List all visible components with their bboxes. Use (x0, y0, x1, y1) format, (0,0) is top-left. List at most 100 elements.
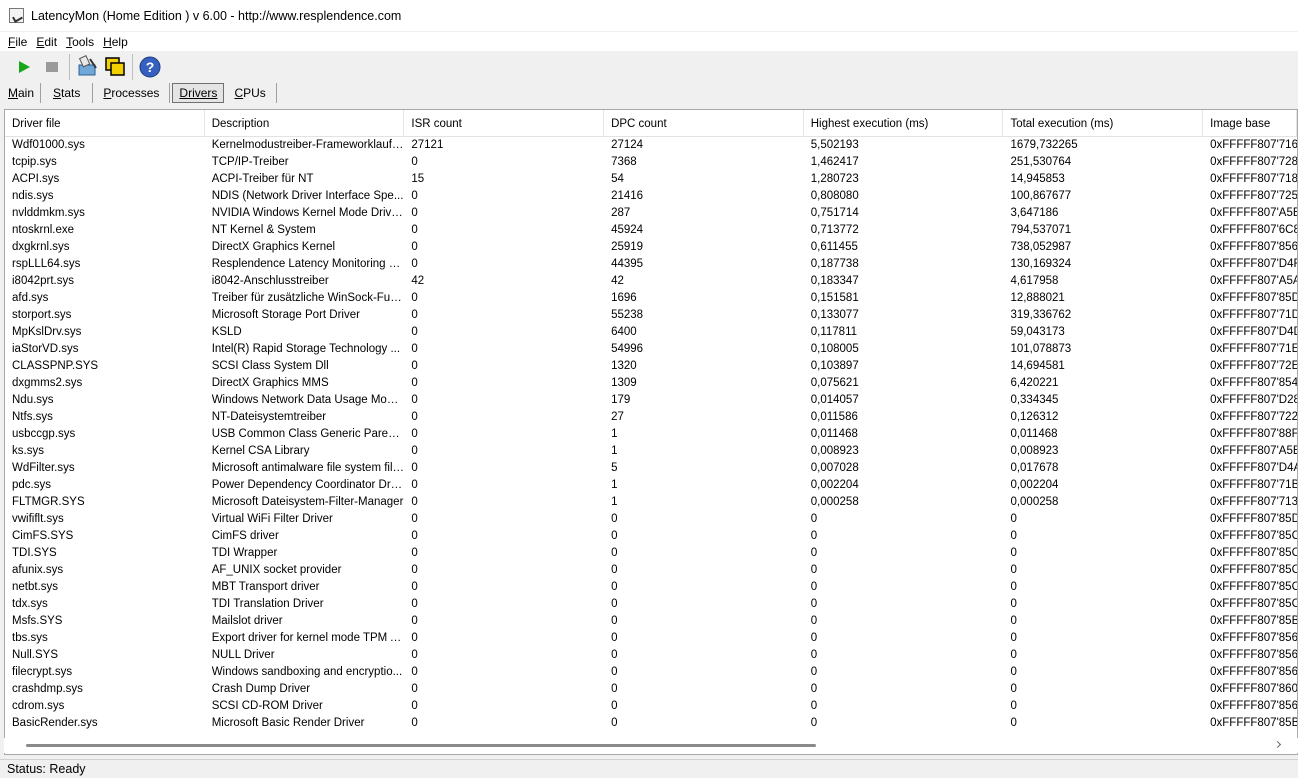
column-header-driver-file[interactable]: Driver file (5, 110, 205, 137)
column-header-description[interactable]: Description (205, 110, 405, 137)
cell-total-execution: 0,011468 (1010, 428, 1058, 440)
cell-total-execution: 0 (1010, 632, 1017, 644)
menu-tools[interactable]: Tools (66, 35, 94, 49)
table-row[interactable]: Msfs.SYS Mailslot driver 0 0 0 0 0xFFFFF807'85… (5, 613, 1297, 630)
column-header-isr-count[interactable]: ISR count (404, 110, 605, 137)
cell-image-base: 0xFFFFF807'713C (1210, 496, 1297, 508)
cell-highest-execution: 0,808080 (810, 190, 859, 202)
scrollbar-thumb[interactable] (26, 744, 816, 747)
table-row[interactable]: WdFilter.sys Microsoft antimalware file s… (5, 460, 1297, 477)
start-monitoring-button[interactable] (10, 54, 38, 80)
scroll-right-arrow-icon[interactable] (1273, 740, 1282, 749)
cell-highest-execution: 0,183347 (810, 275, 859, 287)
cell-isr-count: 0 (411, 309, 418, 321)
cell-isr-count: 0 (411, 343, 418, 355)
table-row[interactable]: vwififlt.sys Virtual WiFi Filter Driver 0 0… (5, 511, 1297, 528)
table-row[interactable]: pdc.sys Power Dependency Coordinator Driv… (5, 477, 1297, 494)
table-row[interactable]: TDI.SYS TDI Wrapper 0 0 0 0 0xFFFFF807'85C7 (5, 545, 1297, 562)
cell-highest-execution: 0,187738 (810, 258, 859, 270)
menu-edit[interactable]: Edit (36, 35, 57, 49)
cell-isr-count: 0 (411, 462, 418, 474)
cell-description: SCSI CD-ROM Driver (211, 700, 323, 712)
cell-image-base: 0xFFFFF807'7223 (1210, 411, 1297, 423)
table-row[interactable]: iaStorVD.sys Intel(R) Rapid Storage Techn… (5, 341, 1297, 358)
cell-driver-file: storport.sys (12, 309, 72, 321)
cell-isr-count: 0 (411, 598, 418, 610)
cell-total-execution: 319,336762 (1010, 309, 1072, 321)
status-bar: Status: Ready (0, 759, 1298, 778)
table-row[interactable]: Wdf01000.sys Kernelmodustreiber-Framework… (5, 137, 1297, 154)
table-row[interactable]: BasicRender.sys Microsoft Basic Render Dr… (5, 715, 1297, 732)
cell-highest-execution: 0,151581 (810, 292, 859, 304)
table-row[interactable]: afunix.sys AF_UNIX socket provider 0 0 0 0 0xF… (5, 562, 1297, 579)
menu-file[interactable]: File (8, 35, 27, 49)
table-row[interactable]: CLASSPNP.SYS SCSI Class System Dll 0 1320 0,… (5, 358, 1297, 375)
cell-dpc-count: 25919 (611, 241, 644, 253)
table-body: Wdf01000.sys Kernelmodustreiber-Framework… (5, 137, 1297, 732)
toolbar-separator (69, 54, 70, 80)
menu-help[interactable]: Help (103, 35, 128, 49)
toolbar-separator (132, 54, 133, 80)
cell-driver-file: ACPI.sys (12, 173, 60, 185)
cell-driver-file: usbccgp.sys (12, 428, 76, 440)
cell-driver-file: FLTMGR.SYS (12, 496, 85, 508)
cell-total-execution: 6,420221 (1010, 377, 1059, 389)
table-row[interactable]: dxgmms2.sys DirectX Graphics MMS 0 1309 0,07… (5, 375, 1297, 392)
column-header-image-base[interactable]: Image base (1203, 110, 1297, 137)
cell-dpc-count: 55238 (611, 309, 644, 321)
cell-driver-file: Null.SYS (12, 649, 59, 661)
cell-description: NVIDIA Windows Kernel Mode Drive... (211, 207, 405, 219)
cell-description: Resplendence Latency Monitoring a... (211, 258, 405, 270)
horizontal-scrollbar[interactable] (4, 738, 1298, 753)
table-row[interactable]: filecrypt.sys Windows sandboxing and encr… (5, 664, 1297, 681)
report-button[interactable] (73, 54, 101, 80)
table-row[interactable]: Null.SYS NULL Driver 0 0 0 0 0xFFFFF807'856C (5, 647, 1297, 664)
cell-isr-count: 0 (411, 700, 418, 712)
table-row[interactable]: tcpip.sys TCP/IP-Treiber 0 7368 1,462417 251,… (5, 154, 1297, 171)
tab-stats[interactable]: Stats (41, 83, 94, 103)
table-row[interactable]: CimFS.SYS CimFS driver 0 0 0 0 0xFFFFF807'85C1 (5, 528, 1297, 545)
column-header-highest-execution[interactable]: Highest execution (ms) (804, 110, 1004, 137)
cell-description: SCSI Class System Dll (211, 360, 329, 372)
table-row[interactable]: tbs.sys Export driver for kernel mode TPM… (5, 630, 1297, 647)
tab-cpus[interactable]: C PUs (224, 83, 277, 103)
table-row[interactable]: i8042prt.sys i8042-Anschlusstreiber 42 42 0,… (5, 273, 1297, 290)
copy-windows-button[interactable] (101, 54, 129, 80)
table-row[interactable]: usbccgp.sys USB Common Class Generic Pare… (5, 426, 1297, 443)
stop-monitoring-button[interactable] (38, 54, 66, 80)
table-row[interactable]: MpKslDrv.sys KSLD 0 6400 0,117811 59,043173 0x… (5, 324, 1297, 341)
cell-isr-count: 0 (411, 649, 418, 661)
table-row[interactable]: netbt.sys MBT Transport driver 0 0 0 0 0xFFFFF… (5, 579, 1297, 596)
cell-image-base: 0xFFFFF807'7258 (1210, 190, 1297, 202)
table-row[interactable]: ntoskrnl.exe NT Kernel & System 0 45924 0,71… (5, 222, 1297, 239)
cell-description: Power Dependency Coordinator Driver (211, 479, 405, 491)
table-row[interactable]: rspLLL64.sys Resplendence Latency Monitor… (5, 256, 1297, 273)
table-row[interactable]: crashdmp.sys Crash Dump Driver 0 0 0 0 0xFFFFF… (5, 681, 1297, 698)
cell-total-execution: 100,867677 (1010, 190, 1072, 202)
table-row[interactable]: ks.sys Kernel CSA Library 0 1 0,008923 0,0089… (5, 443, 1297, 460)
table-row[interactable]: ndis.sys NDIS (Network Driver Interface S… (5, 188, 1297, 205)
table-row[interactable]: ACPI.sys ACPI-Treiber für NT 15 54 1,280723 1… (5, 171, 1297, 188)
cell-description: Microsoft Storage Port Driver (211, 309, 360, 321)
help-button[interactable]: ? (136, 54, 164, 80)
tab-processes[interactable]: Processes (93, 83, 171, 103)
table-row[interactable]: Ntfs.sys NT-Dateisystemtreiber 0 27 0,011586… (5, 409, 1297, 426)
column-header-total-execution[interactable]: Total execution (ms) (1003, 110, 1204, 137)
cell-driver-file: rspLLL64.sys (12, 258, 81, 270)
table-row[interactable]: FLTMGR.SYS Microsoft Dateisystem-Filter-M… (5, 494, 1297, 511)
tab-main[interactable]: Main (2, 83, 42, 103)
tab-drivers[interactable]: Drivers (172, 83, 225, 103)
cell-driver-file: BasicRender.sys (12, 717, 98, 729)
cell-description: TCP/IP-Treiber (211, 156, 289, 168)
cell-driver-file: TDI.SYS (12, 547, 57, 559)
table-row[interactable]: storport.sys Microsoft Storage Port Drive… (5, 307, 1297, 324)
column-header-dpc-count[interactable]: DPC count (604, 110, 804, 137)
table-row[interactable]: nvlddmkm.sys NVIDIA Windows Kernel Mode D… (5, 205, 1297, 222)
table-row[interactable]: tdx.sys TDI Translation Driver 0 0 0 0 0xFFFFF… (5, 596, 1297, 613)
cell-image-base: 0xFFFFF807'85BB (1210, 717, 1297, 729)
table-row[interactable]: cdrom.sys SCSI CD-ROM Driver 0 0 0 0 0xFFFFF80… (5, 698, 1297, 715)
table-row[interactable]: afd.sys Treiber für zusätzliche WinSock-F… (5, 290, 1297, 307)
table-row[interactable]: dxgkrnl.sys DirectX Graphics Kernel 0 25919… (5, 239, 1297, 256)
table-row[interactable]: Ndu.sys Windows Network Data Usage Monit.… (5, 392, 1297, 409)
cell-total-execution: 0 (1010, 564, 1017, 576)
